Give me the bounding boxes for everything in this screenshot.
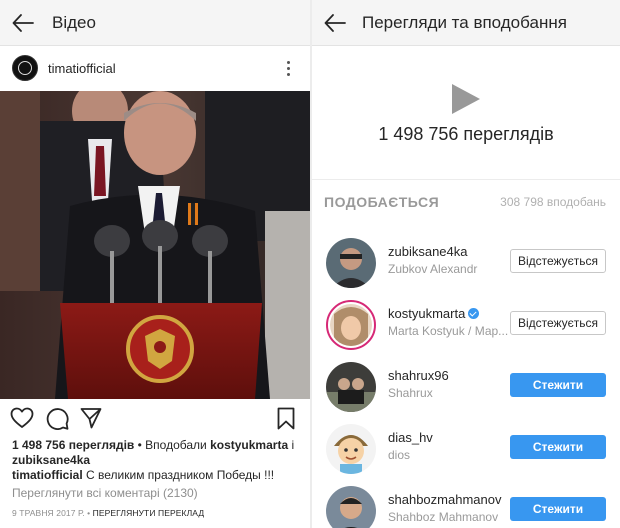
liker-full-name: Marta Kostyuk / Мар...: [388, 324, 509, 338]
bookmark-icon: [277, 407, 295, 430]
liker-row[interactable]: dias_hv dios Стежити: [312, 418, 620, 480]
post-caption-block: 1 498 756 переглядів • Вподобали kostyuk…: [12, 438, 302, 521]
arrow-left-icon: [12, 13, 34, 32]
liker-full-name: Shahboz Mahmanov: [388, 510, 499, 524]
post-author-username[interactable]: timatiofficial: [48, 61, 116, 76]
likes-count: 308 798 вподобань: [500, 195, 606, 209]
page-title: Відео: [52, 12, 96, 32]
share-button[interactable]: [80, 407, 102, 434]
liker-username: kostyukmarta: [388, 306, 480, 321]
heart-icon: [10, 407, 34, 428]
post-author-avatar[interactable]: [12, 55, 38, 81]
like-button[interactable]: [10, 407, 34, 434]
liked-by-user-link[interactable]: kostyukmarta: [210, 438, 288, 452]
liker-full-name: dios: [388, 448, 411, 462]
video-appbar: Відео: [0, 0, 310, 46]
view-translation-link[interactable]: ПЕРЕГЛЯНУТИ ПЕРЕКЛАД: [93, 508, 205, 518]
comment-button[interactable]: [46, 407, 69, 435]
follow-button[interactable]: Стежити: [510, 373, 606, 397]
meta-separator: •: [84, 508, 93, 518]
comment-icon: [46, 408, 69, 430]
views-likes-appbar: Перегляди та вподобання: [312, 0, 620, 46]
likes-header: ПОДОБАЄТЬСЯ 308 798 вподобань: [312, 180, 620, 224]
liker-row[interactable]: zubiksane4ka Zubkov Alexandr Відстежуєть…: [312, 232, 620, 294]
verified-badge-icon: [468, 308, 480, 319]
more-vertical-icon: [286, 60, 290, 64]
back-button[interactable]: [0, 0, 46, 46]
views-likes-panel: Перегляди та вподобання 1 498 756 перегл…: [312, 0, 620, 528]
avatar[interactable]: [326, 362, 376, 412]
avatar[interactable]: [326, 238, 376, 288]
likes-title: ПОДОБАЄТЬСЯ: [324, 194, 440, 210]
more-options-button[interactable]: [278, 53, 298, 83]
post-actions-bar: [0, 404, 310, 434]
video-post-panel: Відео timatiofficial 1 498 756 перегляді…: [0, 0, 310, 528]
liked-by-prefix: • Вподобали: [134, 438, 211, 452]
post-meta: 9 ТРАВНЯ 2017 Р. • ПЕРЕГЛЯНУТИ ПЕРЕКЛАД: [12, 506, 302, 521]
caption-text: timatiofficial С великим праздником Побе…: [12, 468, 302, 483]
post-header: timatiofficial: [0, 46, 310, 90]
back-button[interactable]: [312, 0, 358, 46]
liked-by-and: і: [288, 438, 295, 452]
follow-button[interactable]: Стежити: [510, 435, 606, 459]
avatar[interactable]: [326, 486, 376, 528]
views-count-link[interactable]: 1 498 756 переглядів: [12, 438, 134, 452]
liker-username[interactable]: zubiksane4ka: [388, 244, 468, 259]
liker-row[interactable]: kostyukmarta Marta Kostyuk / Мар... Відс…: [312, 294, 620, 356]
following-button[interactable]: Відстежується: [510, 311, 606, 335]
caption-body: С великим праздником Победы !!!: [82, 468, 275, 482]
avatar[interactable]: [326, 300, 376, 350]
send-icon: [80, 408, 102, 429]
follow-button[interactable]: Стежити: [510, 497, 606, 521]
avatar[interactable]: [326, 424, 376, 474]
arrow-left-icon: [324, 13, 346, 32]
views-summary: 1 498 756 переглядів: [312, 46, 620, 180]
likes-summary: 1 498 756 переглядів • Вподобали kostyuk…: [12, 438, 302, 468]
view-all-comments-link[interactable]: Переглянути всі коментарі (2130): [12, 486, 302, 501]
post-date: 9 ТРАВНЯ 2017 Р.: [12, 508, 85, 518]
video-frame: [0, 91, 310, 399]
play-icon: [452, 84, 480, 114]
liker-full-name: Zubkov Alexandr: [388, 262, 478, 276]
views-count: 1 498 756 переглядів: [378, 124, 554, 144]
liker-username[interactable]: shahrux96: [388, 368, 449, 383]
liker-username[interactable]: shahbozmahmanov: [388, 492, 501, 507]
liker-row[interactable]: shahrux96 Shahrux Стежити: [312, 356, 620, 418]
liked-by-second-link[interactable]: zubiksane4ka: [12, 453, 90, 467]
page-title: Перегляди та вподобання: [362, 12, 567, 32]
liker-row[interactable]: shahbozmahmanov Shahboz Mahmanov Стежити: [312, 480, 620, 528]
save-button[interactable]: [277, 407, 295, 435]
liker-username-text[interactable]: kostyukmarta: [388, 306, 465, 321]
video-player[interactable]: [0, 91, 310, 399]
following-button[interactable]: Відстежується: [510, 249, 606, 273]
caption-username[interactable]: timatiofficial: [12, 468, 83, 482]
liker-full-name: Shahrux: [388, 386, 433, 400]
liker-username[interactable]: dias_hv: [388, 430, 433, 445]
